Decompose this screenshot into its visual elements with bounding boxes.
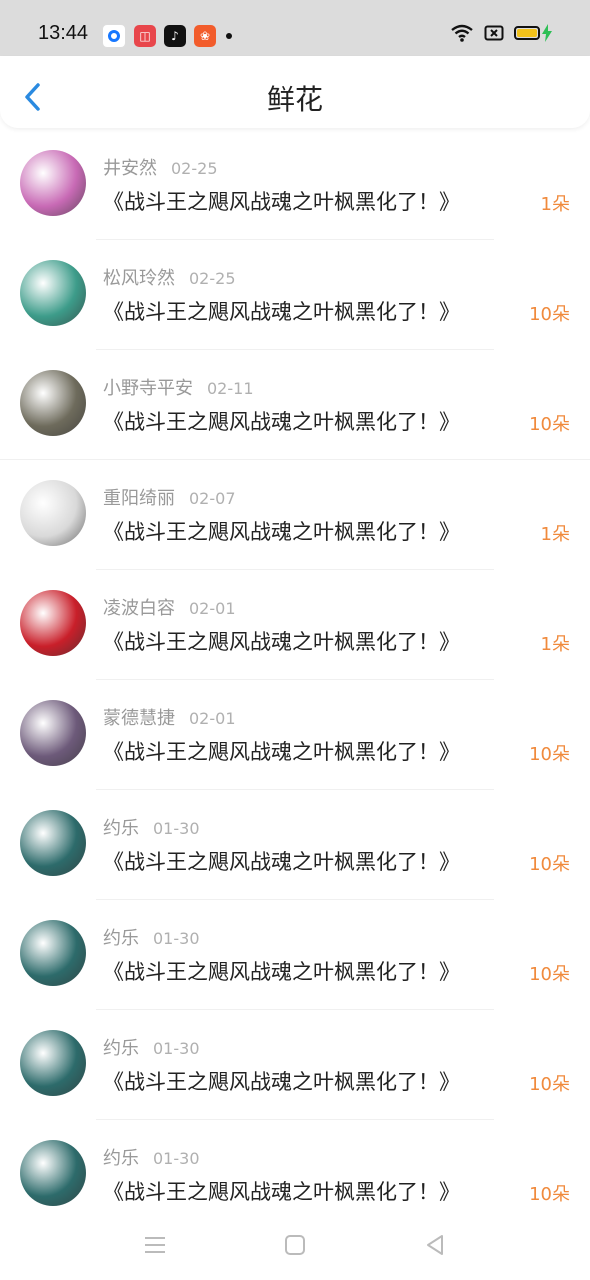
book-title: 《战斗王之飓风战魂之叶枫黑化了！》 [103, 960, 460, 984]
flower-count: 10朵 [529, 304, 570, 325]
list-item[interactable]: 重阳绮丽 02-07 《战斗王之飓风战魂之叶枫黑化了！》 1朵 [0, 460, 590, 570]
avatar[interactable] [20, 150, 86, 216]
book-title: 《战斗王之飓风战魂之叶枫黑化了！》 [103, 630, 460, 654]
user-name: 井安然 02-25 [103, 154, 218, 180]
flower-count: 1朵 [540, 634, 570, 655]
flower-list: 井安然 02-25 《战斗王之飓风战魂之叶枫黑化了！》 1朵 松风玲然 02-25 《战斗王… [0, 130, 590, 1230]
date: 02-25 [189, 269, 236, 288]
menu-nav-icon[interactable] [140, 1230, 170, 1260]
user-name-text: 约乐 [103, 1148, 139, 1169]
more-notifications-icon [226, 33, 232, 39]
user-name: 约乐 01-30 [103, 814, 200, 840]
flower-count: 10朵 [529, 1184, 570, 1205]
date: 01-30 [153, 819, 200, 838]
user-name: 凌波白容 02-01 [103, 594, 236, 620]
avatar[interactable] [20, 1030, 86, 1096]
back-nav-icon[interactable] [420, 1230, 450, 1260]
home-nav-icon[interactable] [280, 1230, 310, 1260]
browser-app-icon [102, 24, 126, 48]
tiktok-app-icon: ♪ [164, 25, 186, 47]
flower-count: 1朵 [540, 524, 570, 545]
user-name-text: 约乐 [103, 818, 139, 839]
shopping-app-icon: ◫ [134, 25, 156, 47]
date: 02-25 [171, 159, 218, 178]
user-name: 蒙德慧捷 02-01 [103, 704, 236, 730]
book-title: 《战斗王之飓风战魂之叶枫黑化了！》 [103, 300, 460, 324]
flower-count: 1朵 [540, 194, 570, 215]
date: 02-01 [189, 599, 236, 618]
user-name-text: 井安然 [103, 158, 157, 179]
list-item[interactable]: 约乐 01-30 《战斗王之飓风战魂之叶枫黑化了！》 10朵 [0, 900, 590, 1010]
flower-count: 10朵 [529, 414, 570, 435]
user-name: 约乐 01-30 [103, 1034, 200, 1060]
notification-icons: ◫ ♪ ❀ [102, 24, 232, 48]
book-title: 《战斗王之飓风战魂之叶枫黑化了！》 [103, 850, 460, 874]
avatar[interactable] [20, 1140, 86, 1206]
book-title: 《战斗王之飓风战魂之叶枫黑化了！》 [103, 1180, 460, 1204]
system-nav-bar [0, 1210, 590, 1280]
book-title: 《战斗王之飓风战魂之叶枫黑化了！》 [103, 1070, 460, 1094]
avatar[interactable] [20, 590, 86, 656]
avatar[interactable] [20, 260, 86, 326]
list-item[interactable]: 约乐 01-30 《战斗王之飓风战魂之叶枫黑化了！》 10朵 [0, 1010, 590, 1120]
book-title: 《战斗王之飓风战魂之叶枫黑化了！》 [103, 520, 460, 544]
date: 02-07 [189, 489, 236, 508]
date: 02-11 [207, 379, 254, 398]
date: 01-30 [153, 1149, 200, 1168]
flower-count: 10朵 [529, 744, 570, 765]
user-name-text: 重阳绮丽 [103, 488, 175, 509]
list-item[interactable]: 约乐 01-30 《战斗王之飓风战魂之叶枫黑化了！》 10朵 [0, 790, 590, 900]
list-item[interactable]: 小野寺平安 02-11 《战斗王之飓风战魂之叶枫黑化了！》 10朵 [0, 350, 590, 460]
list-item[interactable]: 蒙德慧捷 02-01 《战斗王之飓风战魂之叶枫黑化了！》 10朵 [0, 680, 590, 790]
list-item[interactable]: 井安然 02-25 《战斗王之飓风战魂之叶枫黑化了！》 1朵 [0, 130, 590, 240]
avatar[interactable] [20, 370, 86, 436]
avatar[interactable] [20, 700, 86, 766]
user-name-text: 蒙德慧捷 [103, 708, 175, 729]
flower-count: 10朵 [529, 964, 570, 985]
status-time: 13:44 [38, 22, 89, 44]
video-app-icon: ❀ [194, 25, 216, 47]
date: 01-30 [153, 1039, 200, 1058]
flower-count: 10朵 [529, 854, 570, 875]
date: 02-01 [189, 709, 236, 728]
user-name: 重阳绮丽 02-07 [103, 484, 236, 510]
user-name: 约乐 01-30 [103, 1144, 200, 1170]
user-name-text: 凌波白容 [103, 598, 175, 619]
book-title: 《战斗王之飓风战魂之叶枫黑化了！》 [103, 740, 460, 764]
battery-icon [514, 26, 540, 40]
list-item[interactable]: 松风玲然 02-25 《战斗王之飓风战魂之叶枫黑化了！》 10朵 [0, 240, 590, 350]
book-title: 《战斗王之飓风战魂之叶枫黑化了！》 [103, 190, 460, 214]
header: 鲜花 [0, 56, 590, 128]
date: 01-30 [153, 929, 200, 948]
sim-icon [484, 25, 504, 41]
user-name-text: 小野寺平安 [103, 378, 193, 399]
list-item[interactable]: 凌波白容 02-01 《战斗王之飓风战魂之叶枫黑化了！》 1朵 [0, 570, 590, 680]
avatar[interactable] [20, 480, 86, 546]
user-name-text: 松风玲然 [103, 268, 175, 289]
user-name-text: 约乐 [103, 1038, 139, 1059]
user-name-text: 约乐 [103, 928, 139, 949]
page-title: 鲜花 [266, 83, 323, 116]
avatar[interactable] [20, 810, 86, 876]
charging-icon [542, 24, 552, 42]
wifi-icon [451, 24, 473, 42]
system-icons [450, 24, 552, 42]
user-name: 松风玲然 02-25 [103, 264, 236, 290]
flower-count: 10朵 [529, 1074, 570, 1095]
avatar[interactable] [20, 920, 86, 986]
book-title: 《战斗王之飓风战魂之叶枫黑化了！》 [103, 410, 460, 434]
user-name: 小野寺平安 02-11 [103, 374, 254, 400]
status-bar: 13:44 ◫ ♪ ❀ [0, 0, 590, 56]
user-name: 约乐 01-30 [103, 924, 200, 950]
